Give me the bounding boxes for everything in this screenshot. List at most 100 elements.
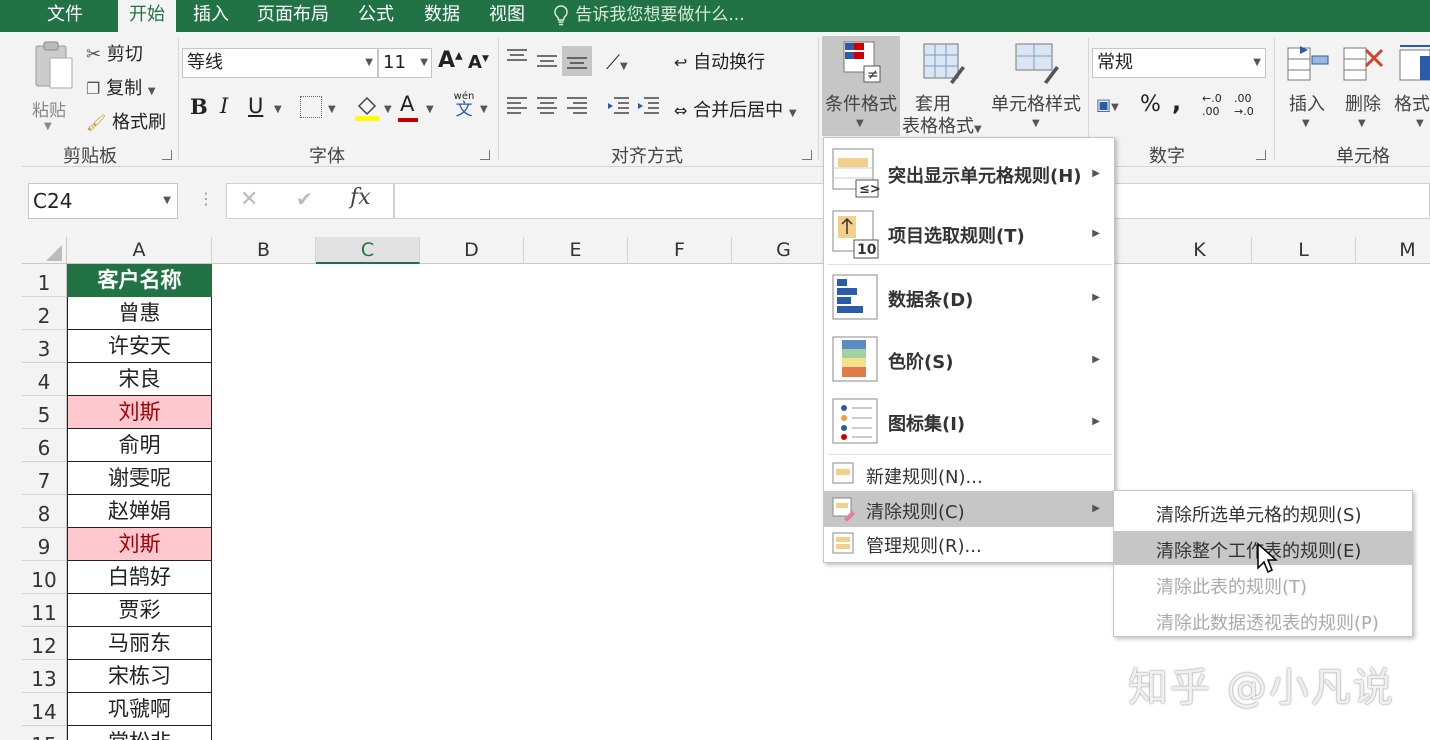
cancel-icon[interactable]: ✕ [240, 187, 258, 212]
insert-function-icon[interactable]: fx [350, 185, 371, 210]
select-all-corner[interactable] [22, 237, 67, 264]
column-header-k[interactable]: K [1148, 237, 1252, 264]
column-header-g[interactable]: G [732, 237, 836, 264]
font-size-box[interactable]: 11 ▼ [378, 48, 432, 78]
font-name-box[interactable]: 等线 ▼ [182, 48, 378, 78]
table-cell[interactable]: 赵婵娟 [67, 495, 212, 528]
align-bottom-icon[interactable] [562, 46, 592, 76]
conditional-formatting-button[interactable]: ≠ 条件格式 ▼ [822, 36, 900, 136]
tab-page-layout[interactable]: 页面布局 [252, 0, 334, 32]
number-format-box[interactable]: 常规 ▼ [1092, 48, 1266, 78]
phonetic-guide-button[interactable]: wén 文 [450, 92, 478, 119]
menu-clear-rules[interactable]: 清除规则(C) ▶ [824, 491, 1114, 527]
row-header[interactable]: 15 [22, 726, 67, 740]
column-header-d[interactable]: D [420, 237, 524, 264]
row-header[interactable]: 12 [22, 627, 67, 660]
row-header[interactable]: 14 [22, 693, 67, 726]
accounting-format-button[interactable]: ▣▼ [1096, 94, 1119, 115]
tab-file[interactable]: 文件 [30, 0, 100, 32]
decrease-indent-icon[interactable] [606, 96, 630, 120]
comma-button[interactable]: , [1172, 88, 1181, 116]
tab-data[interactable]: 数据 [416, 0, 468, 32]
align-right-icon[interactable] [566, 96, 588, 120]
row-header[interactable]: 7 [22, 462, 67, 495]
menu-color-scales[interactable]: 色阶(S) ▶ [824, 330, 1114, 390]
format-cells-button[interactable]: 格式 ▼ [1392, 36, 1430, 136]
table-cell[interactable]: 谢雯呢 [67, 462, 212, 495]
column-header-l[interactable]: L [1252, 237, 1356, 264]
merge-center-button[interactable]: ⇔ 合并后居中 ▼ [674, 96, 797, 122]
table-cell[interactable]: 曾惠 [67, 297, 212, 330]
row-header[interactable]: 1 [22, 264, 67, 297]
table-cell[interactable]: 刘斯 [67, 396, 212, 429]
column-header-m[interactable]: M [1356, 237, 1430, 264]
row-header[interactable]: 3 [22, 330, 67, 363]
borders-icon[interactable] [300, 96, 322, 118]
table-cell[interactable]: 马丽东 [67, 627, 212, 660]
decrease-decimal-button[interactable]: .00 →.0 [1234, 92, 1254, 118]
row-header[interactable]: 8 [22, 495, 67, 528]
copy-button[interactable]: ❐ 复制 ▼ [86, 74, 156, 100]
fill-color-button[interactable] [354, 94, 380, 126]
table-cell[interactable]: 巩虢啊 [67, 693, 212, 726]
increase-decimal-button[interactable]: ←.0.00 [1202, 92, 1222, 118]
row-header[interactable]: 6 [22, 429, 67, 462]
column-header-c[interactable]: C [316, 237, 420, 264]
alignment-dialog-launcher[interactable] [802, 150, 812, 160]
clear-pivot-rules[interactable]: 清除此数据透视表的规则(P) [1114, 603, 1412, 637]
column-header-b[interactable]: B [212, 237, 316, 264]
shrink-font-button[interactable]: A▼ [468, 52, 489, 73]
tab-insert[interactable]: 插入 [186, 0, 236, 32]
font-dialog-launcher[interactable] [480, 150, 490, 160]
underline-button[interactable]: U [248, 94, 263, 118]
tab-home[interactable]: 开始 [118, 0, 176, 32]
tab-view[interactable]: 视图 [482, 0, 532, 32]
clear-selected-cells-rules[interactable]: 清除所选单元格的规则(S) [1114, 495, 1412, 529]
align-top-icon[interactable] [506, 48, 528, 72]
row-header[interactable]: 9 [22, 528, 67, 561]
table-cell[interactable]: 贾彩 [67, 594, 212, 627]
italic-button[interactable]: I [220, 94, 228, 118]
column-header-a[interactable]: A [67, 237, 212, 264]
align-center-icon[interactable] [536, 96, 558, 120]
bold-button[interactable]: B [190, 94, 208, 119]
align-middle-icon[interactable] [536, 52, 558, 76]
table-cell[interactable]: 宋栋习 [67, 660, 212, 693]
table-cell[interactable]: 宋良 [67, 363, 212, 396]
menu-icon-sets[interactable]: 图标集(I) ▶ [824, 392, 1114, 452]
menu-top-bottom-rules[interactable]: 10 项目选取规则(T) ▶ [824, 204, 1114, 264]
cell-styles-button[interactable]: 单元格样式 ▼ [986, 36, 1086, 136]
number-dialog-launcher[interactable] [1256, 150, 1266, 160]
name-box[interactable]: C24 ▼ [28, 183, 178, 219]
table-cell[interactable]: 俞明 [67, 429, 212, 462]
column-header-e[interactable]: E [524, 237, 628, 264]
clipboard-dialog-launcher[interactable] [162, 150, 172, 160]
font-color-button[interactable]: A [400, 92, 414, 116]
cut-button[interactable]: ✂ 剪切 [86, 40, 143, 66]
row-header[interactable]: 10 [22, 561, 67, 594]
table-cell[interactable]: 白鹄好 [67, 561, 212, 594]
menu-manage-rules[interactable]: 管理规则(R)... [824, 528, 1114, 560]
format-as-table-button[interactable]: 套用 表格格式▼ [902, 36, 984, 137]
tab-formulas[interactable]: 公式 [350, 0, 402, 32]
table-cell[interactable]: 常松非 [67, 726, 212, 740]
menu-data-bars[interactable]: 数据条(D) ▶ [824, 268, 1114, 328]
grow-font-button[interactable]: A▲ [438, 48, 463, 73]
header-cell[interactable]: 客户名称 [67, 264, 212, 297]
delete-cells-button[interactable]: 删除 ▼ [1336, 36, 1390, 136]
orientation-icon[interactable]: ⟋▼ [606, 50, 628, 74]
menu-new-rule[interactable]: 新建规则(N)... [824, 458, 1114, 490]
paste-button[interactable]: 粘贴 ▼ [32, 40, 76, 132]
enter-icon[interactable]: ✔ [296, 187, 313, 211]
percent-button[interactable]: % [1140, 92, 1161, 117]
menu-highlight-cells-rules[interactable]: ≤> 突出显示单元格规则(H) ▶ [824, 144, 1114, 202]
increase-indent-icon[interactable] [636, 96, 660, 120]
wrap-text-button[interactable]: ↩ 自动换行 [674, 48, 765, 74]
column-header-f[interactable]: F [628, 237, 732, 264]
align-left-icon[interactable] [506, 96, 528, 120]
format-painter-button[interactable]: 🖌 格式刷 [86, 108, 166, 134]
row-header[interactable]: 5 [22, 396, 67, 429]
row-header[interactable]: 2 [22, 297, 67, 330]
row-header[interactable]: 4 [22, 363, 67, 396]
table-cell[interactable]: 许安天 [67, 330, 212, 363]
